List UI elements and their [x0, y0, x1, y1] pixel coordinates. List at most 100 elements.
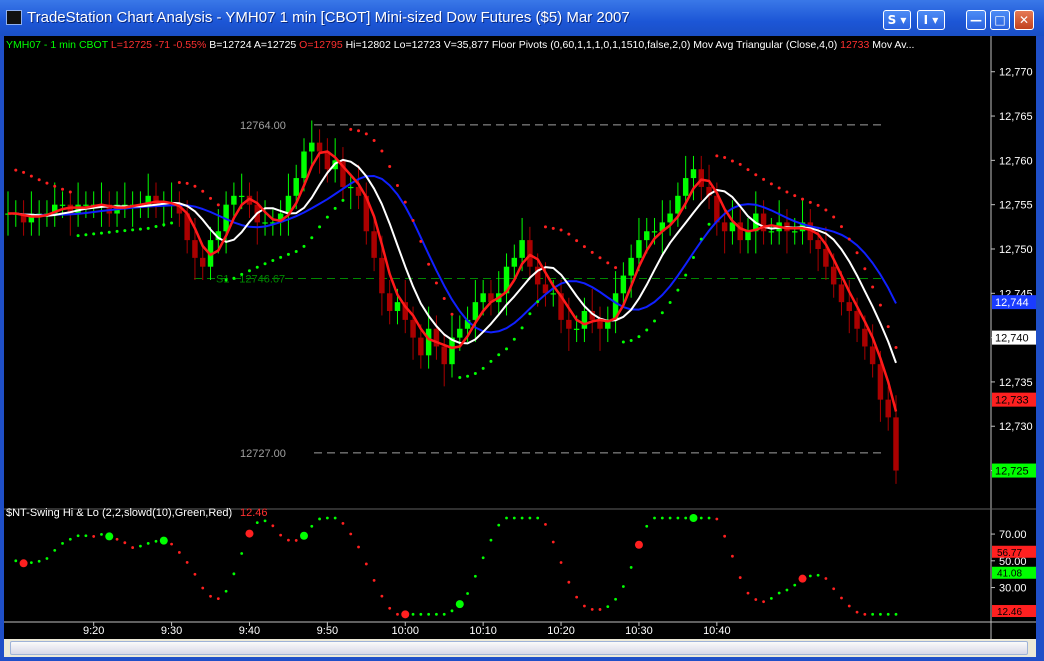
stop-dot [582, 245, 586, 249]
price-tick-label: 12,735 [999, 377, 1033, 389]
candle-body [511, 257, 518, 267]
oscillator-dot [154, 539, 158, 543]
oscillator-dot [668, 516, 672, 520]
stop-dot [68, 190, 72, 194]
interval-link-button[interactable]: I ▾ [917, 10, 945, 30]
candle-body [231, 195, 237, 205]
oscillator-dot [37, 559, 41, 563]
candle-body [682, 178, 689, 196]
stop-dot [177, 181, 181, 185]
candle-body [59, 204, 66, 206]
stop-dot [84, 233, 88, 237]
horizontal-scrollbar[interactable] [4, 639, 1036, 657]
status-item: B=12724 [206, 39, 251, 51]
oscillator-dot [29, 561, 33, 565]
price-chart[interactable]: YMH07 - 1 min CBOT L=12725 -71 -0.55% B=… [4, 36, 1036, 639]
oscillator-dot [364, 562, 368, 566]
oscillator-dot [466, 592, 469, 595]
osc-tick-label: 70.00 [999, 529, 1027, 541]
title-bar[interactable]: TradeStation Chart Analysis - YMH07 1 mi… [0, 0, 1044, 36]
stop-dot [699, 237, 703, 241]
candle-body [893, 417, 899, 471]
minimize-button[interactable]: — [966, 10, 986, 30]
candle-body [869, 346, 876, 365]
oscillator-dot [676, 516, 680, 520]
stop-dot [536, 300, 540, 304]
stop-dot [458, 375, 462, 379]
stop-dot [754, 173, 758, 177]
oscillator-dot [177, 551, 181, 554]
stop-dot [170, 221, 174, 225]
stop-dot [162, 223, 166, 227]
candle-body [815, 240, 821, 249]
stop-dot [839, 225, 843, 229]
stop-dot [824, 208, 828, 212]
stop-dot [894, 345, 898, 349]
candle-body [262, 222, 268, 224]
time-tick-label: 10:30 [625, 625, 653, 637]
candle-body [425, 328, 432, 356]
time-tick-label: 10:20 [547, 625, 575, 637]
stop-dot [715, 154, 719, 158]
candle-body [628, 257, 634, 276]
oscillator-dot [855, 610, 859, 614]
stop-dot [411, 218, 415, 222]
oscillator-dot [598, 608, 602, 611]
stop-dot [201, 189, 205, 193]
chart-client-area[interactable]: YMH07 - 1 min CBOT L=12725 -71 -0.55% B=… [4, 36, 1036, 657]
price-tick-label: 12,750 [999, 244, 1033, 256]
candle-body [620, 275, 627, 294]
status-item: L=12725 [108, 39, 152, 51]
candle-body [371, 231, 377, 258]
oscillator-dot [287, 538, 290, 542]
symbol-link-button[interactable]: S ▾ [883, 10, 911, 30]
candle-body [768, 231, 775, 233]
candle-body [83, 204, 89, 206]
price-tick-label: 12,770 [999, 67, 1033, 79]
stop-dot [146, 226, 150, 230]
time-tick-label: 9:20 [83, 625, 104, 637]
stop-dot [395, 183, 399, 187]
candle-body [823, 248, 829, 267]
stop-dot [832, 215, 836, 219]
candle-body [519, 240, 525, 258]
stop-dot [325, 215, 329, 219]
oscillator-dot [840, 596, 843, 600]
stop-dot [512, 337, 516, 341]
stop-dot [878, 303, 882, 307]
candle-body [293, 178, 299, 196]
stop-dot [559, 228, 563, 232]
oscillator-dot [76, 534, 80, 538]
oscillator-dot [614, 597, 617, 601]
stop-dot [154, 224, 158, 228]
oscillator-dot [139, 544, 142, 548]
oscillator-dot [341, 522, 345, 525]
stop-dot [551, 226, 555, 230]
maximize-button[interactable]: □ [990, 10, 1010, 30]
oscillator-dot [715, 517, 719, 521]
status-item: Mov Avg Triangular (Close,4,0) [690, 39, 837, 51]
oscillator-dot [146, 541, 150, 545]
oscillator-dot [567, 580, 571, 584]
stop-dot [45, 181, 49, 185]
candle-body [885, 399, 891, 418]
status-item: 12733 [837, 39, 869, 51]
stop-dot [232, 276, 236, 280]
scrollbar-thumb[interactable] [10, 641, 1028, 655]
oscillator-dot [832, 587, 836, 591]
stop-dot [808, 200, 812, 204]
stop-dot [847, 237, 851, 241]
stop-dot [450, 312, 454, 316]
oscillator-dot [232, 572, 236, 576]
stop-dot [115, 229, 119, 233]
oscillator-dot [442, 612, 446, 616]
close-button[interactable]: ✕ [1014, 10, 1034, 30]
osc-tag-label: 12.46 [997, 607, 1022, 618]
stop-dot [855, 251, 859, 255]
oscillator-dot [512, 516, 516, 520]
oscillator-dot [847, 604, 851, 608]
oscillator-dot [61, 541, 64, 545]
oscillator-dot [318, 517, 321, 521]
oscillator-dot [863, 612, 867, 616]
blue-moving-average-line [8, 175, 897, 334]
